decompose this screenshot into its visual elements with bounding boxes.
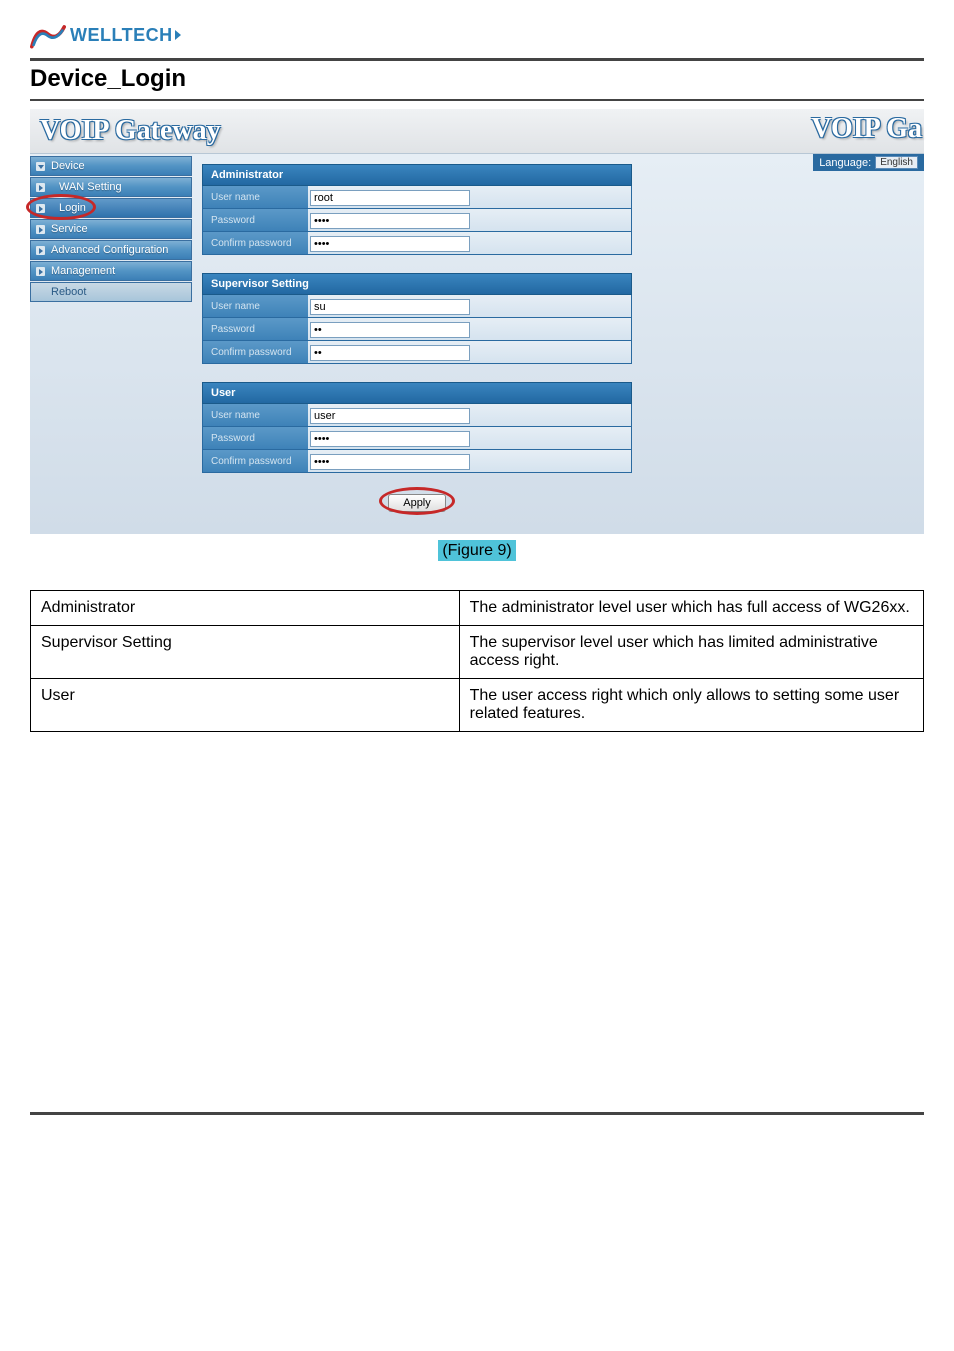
sidebar-item-reboot[interactable]: Reboot (30, 282, 192, 302)
supervisor-password-label: Password (203, 320, 308, 339)
sidebar-item-management[interactable]: Management (30, 261, 192, 281)
chevron-right-icon (36, 225, 45, 234)
sidebar: Device WAN Setting Login Service Advance… (30, 154, 192, 534)
chevron-down-icon (36, 162, 45, 171)
user-confirm-label: Confirm password (203, 452, 308, 471)
admin-password-row: Password (202, 209, 632, 232)
welltech-logo-icon (30, 20, 66, 50)
figure-label-text: (Figure 9) (438, 540, 515, 561)
desc-term: Supervisor Setting (31, 626, 460, 679)
admin-password-label: Password (203, 211, 308, 230)
sidebar-item-service[interactable]: Service (30, 219, 192, 239)
sidebar-label-management: Management (51, 265, 115, 277)
desc-text: The administrator level user which has f… (459, 591, 923, 626)
chevron-right-icon (36, 183, 45, 192)
app-title-left: VOIP Gateway (30, 109, 231, 153)
description-table: Administrator The administrator level us… (30, 590, 924, 732)
admin-password-input[interactable] (310, 213, 470, 229)
user-password-label: Password (203, 429, 308, 448)
supervisor-confirm-label: Confirm password (203, 343, 308, 362)
supervisor-confirm-row: Confirm password (202, 341, 632, 364)
section-header-administrator: Administrator (202, 164, 632, 186)
user-confirm-row: Confirm password (202, 450, 632, 473)
sidebar-label-device: Device (51, 160, 85, 172)
admin-username-row: User name (202, 186, 632, 209)
user-username-label: User name (203, 406, 308, 425)
footer-divider (30, 1112, 924, 1115)
admin-confirm-row: Confirm password (202, 232, 632, 255)
table-row: User The user access right which only al… (31, 679, 924, 732)
supervisor-username-input[interactable] (310, 299, 470, 315)
chevron-right-icon (36, 246, 45, 255)
supervisor-password-row: Password (202, 318, 632, 341)
sidebar-label-reboot: Reboot (51, 286, 86, 298)
admin-confirm-input[interactable] (310, 236, 470, 252)
table-row: Supervisor Setting The supervisor level … (31, 626, 924, 679)
chevron-right-icon (36, 267, 45, 276)
supervisor-username-row: User name (202, 295, 632, 318)
user-username-input[interactable] (310, 408, 470, 424)
desc-text: The user access right which only allows … (459, 679, 923, 732)
user-password-input[interactable] (310, 431, 470, 447)
admin-username-label: User name (203, 188, 308, 207)
app-title-right: VOIP Ga (811, 109, 924, 145)
desc-term: User (31, 679, 460, 732)
apply-button[interactable]: Apply (388, 494, 446, 512)
user-confirm-input[interactable] (310, 454, 470, 470)
user-username-row: User name (202, 404, 632, 427)
title-bar: Device_Login (30, 58, 924, 101)
section-header-supervisor: Supervisor Setting (202, 273, 632, 295)
admin-username-input[interactable] (310, 190, 470, 206)
sidebar-label-login: Login (59, 202, 86, 214)
content-area: Administrator User name Password Confirm… (192, 154, 924, 534)
sidebar-label-wan: WAN Setting (59, 181, 122, 193)
sidebar-label-advanced: Advanced Configuration (51, 244, 168, 256)
table-row: Administrator The administrator level us… (31, 591, 924, 626)
sidebar-item-device[interactable]: Device (30, 156, 192, 176)
admin-confirm-label: Confirm password (203, 234, 308, 253)
desc-term: Administrator (31, 591, 460, 626)
sidebar-item-wan-setting[interactable]: WAN Setting (30, 177, 192, 197)
section-header-user: User (202, 382, 632, 404)
supervisor-username-label: User name (203, 297, 308, 316)
supervisor-password-input[interactable] (310, 322, 470, 338)
sidebar-label-service: Service (51, 223, 88, 235)
app-header: VOIP Gateway VOIP Ga Language: English (30, 109, 924, 154)
sidebar-item-login[interactable]: Login (30, 198, 192, 218)
supervisor-confirm-input[interactable] (310, 345, 470, 361)
sidebar-item-advanced-configuration[interactable]: Advanced Configuration (30, 240, 192, 260)
logo-text: WELLTECH (70, 25, 173, 46)
figure-label: (Figure 9) (30, 542, 924, 560)
logo-caret-icon (175, 30, 181, 40)
logo-area: WELLTECH (30, 20, 924, 58)
page-title: Device_Login (30, 65, 924, 93)
user-password-row: Password (202, 427, 632, 450)
chevron-right-icon (36, 204, 45, 213)
desc-text: The supervisor level user which has limi… (459, 626, 923, 679)
